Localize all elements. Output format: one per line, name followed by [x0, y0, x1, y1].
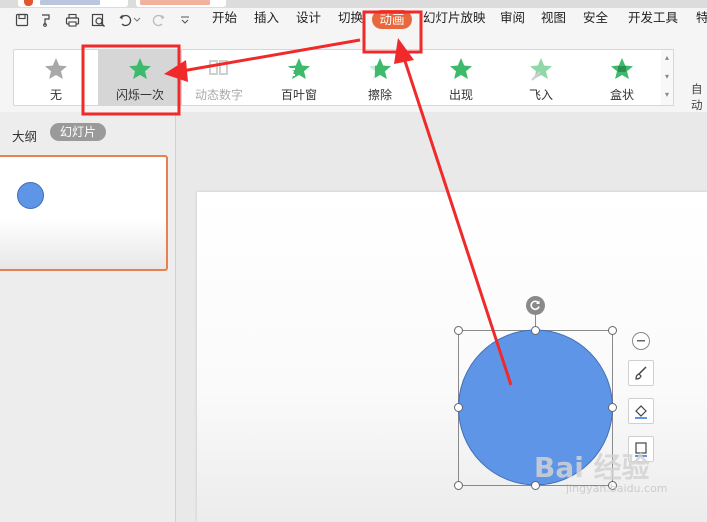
tab-strip: [0, 0, 707, 8]
menu-transition[interactable]: 切换: [338, 8, 363, 28]
slide-thumbnail[interactable]: [0, 155, 168, 271]
save-icon[interactable]: [14, 12, 30, 28]
document-tab-2[interactable]: [136, 0, 226, 7]
document-tab-1[interactable]: [18, 0, 128, 7]
resize-handle-top-right[interactable]: [608, 326, 617, 335]
gallery-expand-icon[interactable]: ▾: [661, 90, 673, 100]
star-green-icon: [127, 56, 153, 82]
animation-label: 出现: [448, 88, 473, 102]
star-gray-icon: [43, 56, 69, 82]
print-icon[interactable]: [64, 12, 80, 28]
customize-toolbar-icon[interactable]: [177, 12, 193, 28]
document-tab-title: [140, 0, 210, 5]
animation-label: 无: [49, 88, 62, 102]
wps-logo-icon: [24, 0, 33, 6]
resize-handle-top[interactable]: [531, 326, 540, 335]
menu-review[interactable]: 审阅: [500, 8, 525, 28]
menu-more[interactable]: 特: [696, 8, 707, 28]
scroll-down-icon[interactable]: ▾: [661, 72, 673, 82]
resize-handle-top-left[interactable]: [454, 326, 463, 335]
collapse-toolbar-icon[interactable]: [632, 332, 650, 350]
auto-preview-label[interactable]: 自动: [691, 81, 707, 113]
star-green-icon: [448, 56, 474, 82]
animation-dynamic-number[interactable]: 动态数字: [177, 50, 261, 105]
outline-tab[interactable]: 大纲: [12, 126, 37, 145]
shape-style-button[interactable]: [628, 360, 654, 386]
menu-developer[interactable]: 开发工具: [628, 8, 678, 28]
fill-button[interactable]: [628, 398, 654, 424]
resize-handle-left[interactable]: [454, 403, 463, 412]
thumbnail-circle-shape: [17, 182, 44, 209]
animation-none[interactable]: 无: [14, 50, 98, 105]
fill-bucket-icon: [635, 405, 647, 419]
animation-blinds[interactable]: 百叶窗: [257, 50, 341, 105]
resize-handle-bottom-left[interactable]: [454, 481, 463, 490]
baidu-watermark-url: jingyan.baidu.com: [566, 482, 668, 495]
star-fly-icon: [528, 56, 554, 82]
menu-slideshow[interactable]: 幻灯片放映: [423, 8, 486, 28]
animation-fly-in[interactable]: 飞入: [499, 50, 583, 105]
animation-gallery: 无 闪烁一次 动态数字 百叶窗 擦除 出现 飞入 盒状: [13, 49, 663, 106]
redo-icon[interactable]: [150, 12, 166, 28]
animation-box[interactable]: 盒状: [580, 50, 664, 105]
rotate-handle-icon[interactable]: [526, 296, 545, 315]
menu-home[interactable]: 开始: [212, 8, 237, 28]
brush-icon: [635, 366, 647, 380]
animation-label: 闪烁一次: [115, 88, 164, 102]
animation-label: 百叶窗: [280, 88, 317, 102]
menu-animation[interactable]: 动画: [372, 10, 412, 29]
menu-insert[interactable]: 插入: [254, 8, 279, 28]
print-preview-icon[interactable]: [90, 12, 106, 28]
animation-label: 擦除: [367, 88, 392, 102]
animation-appear[interactable]: 出现: [419, 50, 503, 105]
menu-view[interactable]: 视图: [541, 8, 566, 28]
animation-flash-once[interactable]: 闪烁一次: [98, 50, 182, 105]
menu-design[interactable]: 设计: [296, 8, 321, 28]
undo-dropdown-icon[interactable]: [132, 12, 142, 28]
resize-handle-right[interactable]: [608, 403, 617, 412]
undo-icon[interactable]: [117, 12, 133, 28]
number-icon: [206, 56, 232, 82]
animation-ribbon: 无 闪烁一次 动态数字 百叶窗 擦除 出现 飞入 盒状 ▴ ▾ ▾ 自动: [0, 44, 707, 113]
gallery-scrollbar[interactable]: ▴ ▾ ▾: [661, 49, 674, 106]
baidu-watermark: Bai 经验: [534, 451, 650, 484]
scroll-up-icon[interactable]: ▴: [661, 53, 673, 63]
slides-tab[interactable]: 幻灯片: [50, 123, 106, 141]
star-blinds-icon: [286, 56, 312, 82]
animation-label: 动态数字: [194, 88, 243, 102]
document-tab-title: [40, 0, 100, 5]
menu-security[interactable]: 安全: [583, 8, 608, 28]
animation-wipe[interactable]: 擦除: [338, 50, 422, 105]
animation-label: 飞入: [528, 88, 553, 102]
star-box-icon: [609, 56, 635, 82]
animation-label: 盒状: [609, 88, 634, 102]
star-wipe-icon: [367, 56, 393, 82]
format-painter-icon[interactable]: [38, 12, 54, 28]
